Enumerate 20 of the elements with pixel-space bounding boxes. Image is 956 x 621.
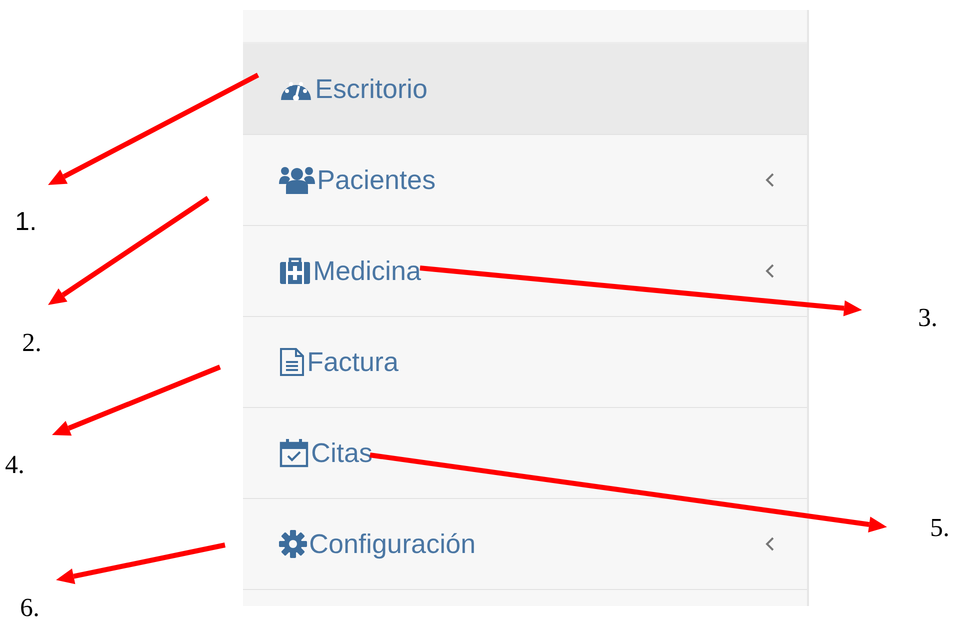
menu-label: Citas xyxy=(311,438,374,468)
medical-kit-icon xyxy=(279,257,311,285)
users-icon xyxy=(279,166,315,194)
annotation-number: 4. xyxy=(5,452,24,478)
annotation-number: 1. xyxy=(15,208,37,234)
annotation-number: 3. xyxy=(918,305,938,331)
sidebar-item[interactable]: Escritorio xyxy=(243,44,807,135)
menu-label: Pacientes xyxy=(317,164,437,196)
chevron-icon xyxy=(765,536,775,552)
chevron-icon xyxy=(765,172,775,188)
annotation-number: 5. xyxy=(930,515,950,541)
annotation-number: 2. xyxy=(22,330,42,356)
menu-label: Configuración xyxy=(309,528,477,560)
document-icon xyxy=(279,347,305,377)
menu-label: Medicina xyxy=(313,256,422,286)
annotation-number: 6. xyxy=(20,595,40,621)
menu-label: Escritorio xyxy=(315,74,429,104)
calendar-check-icon xyxy=(279,438,309,468)
menu-label: Factura xyxy=(307,346,400,378)
chevron-icon xyxy=(765,263,775,279)
